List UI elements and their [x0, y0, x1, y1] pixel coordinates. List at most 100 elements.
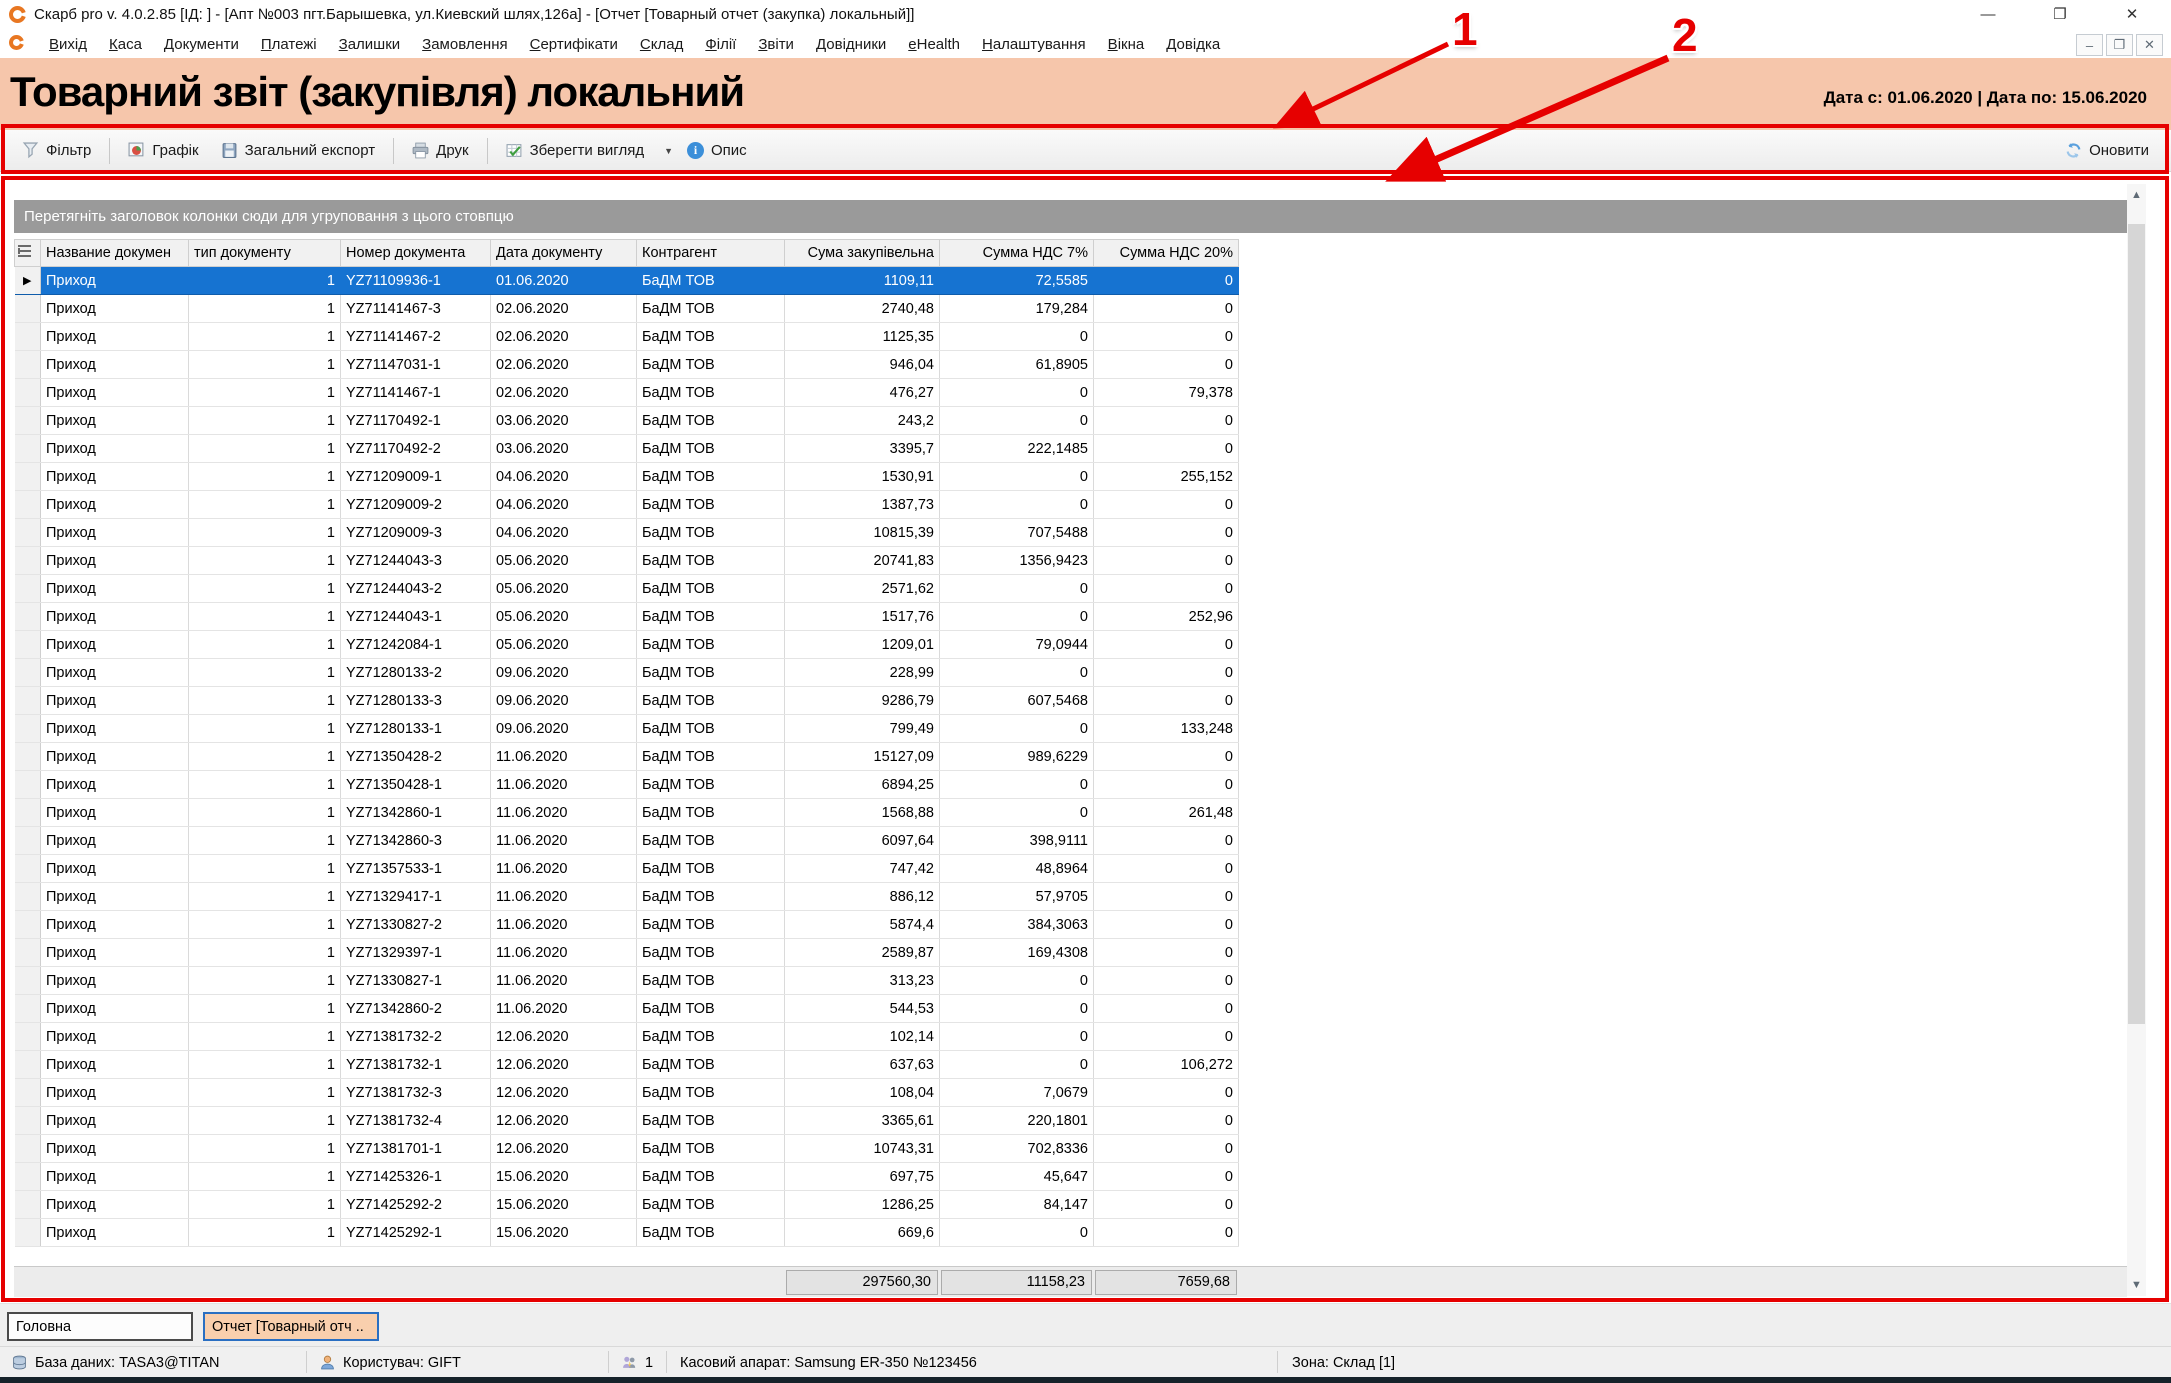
table-row[interactable]: Приход1YZ71342860-111.06.2020БаДМ ТОВ156…	[15, 799, 1239, 827]
save-view-dropdown-caret[interactable]: ▼	[664, 146, 673, 156]
table-row[interactable]: ▶Приход1YZ71109936-101.06.2020БаДМ ТОВ11…	[15, 267, 1239, 295]
row-indicator	[15, 435, 41, 463]
cell: 0	[1094, 295, 1239, 323]
column-header-3[interactable]: Дата документу	[491, 240, 637, 267]
table-row[interactable]: Приход1YZ71330827-111.06.2020БаДМ ТОВ313…	[15, 967, 1239, 995]
cell: Приход	[41, 1135, 189, 1163]
cell: БаДМ ТОВ	[637, 407, 785, 435]
vertical-scrollbar[interactable]: ▲ ▼	[2127, 184, 2146, 1296]
cell: 11.06.2020	[491, 995, 637, 1023]
table-row[interactable]: Приход1YZ71242084-105.06.2020БаДМ ТОВ120…	[15, 631, 1239, 659]
table-row[interactable]: Приход1YZ71244043-105.06.2020БаДМ ТОВ151…	[15, 603, 1239, 631]
cell: 1	[189, 1135, 341, 1163]
cell: 72,5585	[940, 267, 1094, 295]
cell: 1	[189, 323, 341, 351]
table-row[interactable]: Приход1YZ71425326-115.06.2020БаДМ ТОВ697…	[15, 1163, 1239, 1191]
cell: Приход	[41, 1051, 189, 1079]
table-row[interactable]: Приход1YZ71244043-305.06.2020БаДМ ТОВ207…	[15, 547, 1239, 575]
menu-item-склад[interactable]: Склад	[629, 36, 694, 53]
table-row[interactable]: Приход1YZ71329397-111.06.2020БаДМ ТОВ258…	[15, 939, 1239, 967]
minimize-button[interactable]: —	[1966, 0, 2010, 30]
table-row[interactable]: Приход1YZ71280133-309.06.2020БаДМ ТОВ928…	[15, 687, 1239, 715]
cell: 1	[189, 295, 341, 323]
scroll-down-arrow[interactable]: ▼	[2127, 1274, 2146, 1296]
menu-item-платежі[interactable]: Платежі	[250, 36, 328, 53]
cell: Приход	[41, 351, 189, 379]
row-indicator	[15, 827, 41, 855]
filter-button[interactable]: Фільтр	[14, 136, 99, 165]
menu-item-налаштування[interactable]: Налаштування	[971, 36, 1097, 53]
table-row[interactable]: Приход1YZ71141467-102.06.2020БаДМ ТОВ476…	[15, 379, 1239, 407]
table-row[interactable]: Приход1YZ71342860-211.06.2020БаДМ ТОВ544…	[15, 995, 1239, 1023]
scroll-up-arrow[interactable]: ▲	[2127, 184, 2146, 206]
menu-item-вікна[interactable]: Вікна	[1097, 36, 1156, 53]
table-row[interactable]: Приход1YZ71425292-115.06.2020БаДМ ТОВ669…	[15, 1219, 1239, 1247]
column-header-5[interactable]: Сума закупівельна	[785, 240, 940, 267]
cell: YZ71342860-1	[341, 799, 491, 827]
menu-item-вихід[interactable]: Вихід	[38, 36, 98, 53]
table-row[interactable]: Приход1YZ71209009-304.06.2020БаДМ ТОВ108…	[15, 519, 1239, 547]
column-header-2[interactable]: Номер документа	[341, 240, 491, 267]
menu-item-каса[interactable]: Каса	[98, 36, 153, 53]
table-row[interactable]: Приход1YZ71381732-212.06.2020БаДМ ТОВ102…	[15, 1023, 1239, 1051]
menu-item-довідка[interactable]: Довідка	[1155, 36, 1231, 53]
table-row[interactable]: Приход1YZ71141467-202.06.2020БаДМ ТОВ112…	[15, 323, 1239, 351]
cell: 133,248	[1094, 715, 1239, 743]
close-button[interactable]: ✕	[2110, 0, 2154, 30]
menu-item-залишки[interactable]: Залишки	[328, 36, 412, 53]
table-row[interactable]: Приход1YZ71147031-102.06.2020БаДМ ТОВ946…	[15, 351, 1239, 379]
menu-item-довідники[interactable]: Довідники	[805, 36, 897, 53]
table-row[interactable]: Приход1YZ71170492-103.06.2020БаДМ ТОВ243…	[15, 407, 1239, 435]
cell: БаДМ ТОВ	[637, 799, 785, 827]
menu-item-сертифікати[interactable]: Сертифікати	[519, 36, 629, 53]
chart-button[interactable]: Графік	[120, 136, 206, 165]
tab-report[interactable]: Отчет [Товарный отч ..	[203, 1312, 379, 1341]
export-button[interactable]: Загальний експорт	[213, 136, 384, 165]
cell: БаДМ ТОВ	[637, 323, 785, 351]
column-header-1[interactable]: тип документу	[189, 240, 341, 267]
table-row[interactable]: Приход1YZ71170492-203.06.2020БаДМ ТОВ339…	[15, 435, 1239, 463]
print-button[interactable]: Друк	[404, 136, 476, 165]
column-header-4[interactable]: Контрагент	[637, 240, 785, 267]
table-row[interactable]: Приход1YZ71381732-112.06.2020БаДМ ТОВ637…	[15, 1051, 1239, 1079]
table-row[interactable]: Приход1YZ71244043-205.06.2020БаДМ ТОВ257…	[15, 575, 1239, 603]
table-row[interactable]: Приход1YZ71350428-211.06.2020БаДМ ТОВ151…	[15, 743, 1239, 771]
group-by-bar[interactable]: Перетягніть заголовок колонки сюди для у…	[14, 200, 2127, 233]
table-row[interactable]: Приход1YZ71425292-215.06.2020БаДМ ТОВ128…	[15, 1191, 1239, 1219]
cell: YZ71209009-1	[341, 463, 491, 491]
column-header-7[interactable]: Сумма НДС 20%	[1094, 240, 1239, 267]
grid-corner-icon[interactable]	[15, 240, 41, 267]
mdi-minimize-button[interactable]: –	[2076, 34, 2103, 56]
menu-item-звіти[interactable]: Звіти	[747, 36, 805, 53]
mdi-restore-button[interactable]: ❐	[2106, 34, 2133, 56]
table-row[interactable]: Приход1YZ71209009-104.06.2020БаДМ ТОВ153…	[15, 463, 1239, 491]
table-row[interactable]: Приход1YZ71280133-209.06.2020БаДМ ТОВ228…	[15, 659, 1239, 687]
table-row[interactable]: Приход1YZ71209009-204.06.2020БаДМ ТОВ138…	[15, 491, 1239, 519]
description-button[interactable]: i Опис	[679, 136, 755, 165]
restore-button[interactable]: ❐	[2038, 0, 2082, 30]
table-row[interactable]: Приход1YZ71329417-111.06.2020БаДМ ТОВ886…	[15, 883, 1239, 911]
table-row[interactable]: Приход1YZ71280133-109.06.2020БаДМ ТОВ799…	[15, 715, 1239, 743]
table-row[interactable]: Приход1YZ71381732-312.06.2020БаДМ ТОВ108…	[15, 1079, 1239, 1107]
mdi-close-button[interactable]: ✕	[2136, 34, 2163, 56]
table-row[interactable]: Приход1YZ71381732-412.06.2020БаДМ ТОВ336…	[15, 1107, 1239, 1135]
cell: Приход	[41, 295, 189, 323]
column-header-6[interactable]: Сумма НДС 7%	[940, 240, 1094, 267]
cell: БаДМ ТОВ	[637, 1107, 785, 1135]
tab-home[interactable]: Головна	[7, 1312, 193, 1341]
table-row[interactable]: Приход1YZ71342860-311.06.2020БаДМ ТОВ609…	[15, 827, 1239, 855]
table-row[interactable]: Приход1YZ71141467-302.06.2020БаДМ ТОВ274…	[15, 295, 1239, 323]
save-view-button[interactable]: Зберегти вигляд	[498, 136, 653, 165]
menu-item-документи[interactable]: Документи	[153, 36, 250, 53]
refresh-button[interactable]: Оновити	[2065, 142, 2149, 159]
column-header-0[interactable]: Название докумен	[41, 240, 189, 267]
cell: 1	[189, 463, 341, 491]
scrollbar-thumb[interactable]	[2128, 224, 2145, 1024]
table-row[interactable]: Приход1YZ71381701-112.06.2020БаДМ ТОВ107…	[15, 1135, 1239, 1163]
table-row[interactable]: Приход1YZ71357533-111.06.2020БаДМ ТОВ747…	[15, 855, 1239, 883]
table-row[interactable]: Приход1YZ71330827-211.06.2020БаДМ ТОВ587…	[15, 911, 1239, 939]
menu-item-філії[interactable]: Філії	[694, 36, 747, 53]
menu-item-замовлення[interactable]: Замовлення	[411, 36, 518, 53]
menu-item-ehealth[interactable]: eHealth	[897, 36, 971, 53]
table-row[interactable]: Приход1YZ71350428-111.06.2020БаДМ ТОВ689…	[15, 771, 1239, 799]
